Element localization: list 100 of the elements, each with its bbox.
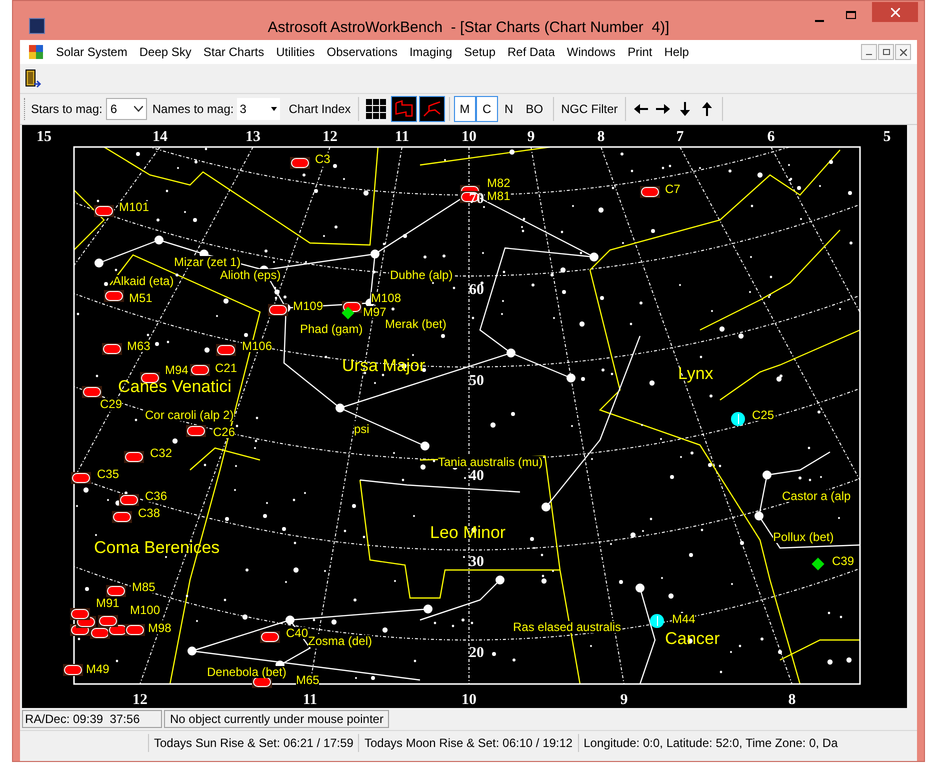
galaxy-marker-icon — [98, 615, 118, 627]
ra-hour-label: 9 — [620, 692, 628, 708]
star-name-label: Alioth (eps) — [220, 269, 281, 281]
galaxy-marker-icon — [186, 425, 206, 437]
star-name-label: Phad (gam) — [300, 323, 363, 335]
window-title: Astrosoft AstroWorkBench - [Star Charts (Chart Number 4)] — [268, 19, 670, 37]
ra-hour-label: 12 — [322, 129, 338, 145]
star-name-label: Cor caroli (alp 2) — [145, 409, 234, 421]
object-label: M81 — [487, 190, 510, 202]
galaxy-marker-icon — [94, 205, 114, 217]
star-name-label: Mizar (zet 1) — [174, 256, 241, 268]
catalog-toggle-button[interactable]: C — [476, 96, 498, 122]
object-label: C32 — [150, 447, 172, 459]
galaxy-marker-icon — [106, 585, 126, 597]
star-name-label: Castor a (alp — [782, 490, 851, 502]
location-text: Longitude: 0:0, Latitude: 52:0, Time Zone: 0, Da — [578, 734, 843, 752]
object-label: M100 — [130, 604, 160, 616]
ra-hour-label: 5 — [883, 129, 891, 145]
ra-hour-label: 12 — [132, 692, 148, 708]
catalog-toggle-button[interactable]: N — [498, 96, 520, 122]
star-name-label: Pollux (bet) — [773, 531, 834, 543]
menu-item[interactable]: Print — [628, 43, 652, 61]
menu-item[interactable]: Imaging — [409, 43, 452, 61]
mdi-close-button[interactable] — [895, 44, 911, 60]
object-label: M51 — [129, 292, 152, 304]
lines-toggle-button[interactable] — [418, 96, 445, 122]
object-label: C36 — [145, 490, 168, 502]
object-label: M91 — [96, 597, 120, 609]
menu-item[interactable]: Help — [664, 43, 689, 61]
ra-hour-label: 15 — [36, 129, 52, 145]
ra-hour-label: 11 — [302, 692, 318, 708]
stars-to-mag-select[interactable]: 6 — [106, 98, 148, 120]
menu-item[interactable]: Ref Data — [508, 43, 555, 61]
menu-item[interactable]: Observations — [326, 43, 398, 61]
galaxy-marker-icon — [190, 364, 210, 376]
declination-label: 20 — [469, 646, 484, 661]
object-label: M85 — [132, 581, 156, 593]
object-label: C29 — [100, 398, 122, 410]
ra-hour-label: 10 — [462, 692, 476, 708]
galaxy-marker-icon — [63, 664, 83, 676]
cluster-marker-icon — [650, 614, 664, 628]
star-name-label: Dubhe (alp) — [390, 269, 453, 281]
menu-item[interactable]: Utilities — [276, 43, 315, 61]
star-name-label: Tania australis (mu) — [438, 456, 543, 468]
ra-hour-label: 14 — [152, 129, 168, 145]
sun-rise-set-text: Todays Sun Rise & Set: 06:21 / 17:59 — [148, 734, 358, 752]
outline-icon — [394, 100, 414, 118]
galaxy-marker-icon — [125, 624, 145, 636]
app-menu-icon[interactable] — [28, 44, 44, 60]
star-name-label: psi — [354, 423, 370, 435]
object-label: M94 — [165, 364, 188, 376]
galaxy-marker-icon — [112, 511, 132, 523]
menu-item[interactable]: Setup — [464, 43, 496, 61]
stick-figure-icon — [422, 100, 442, 118]
galaxy-marker-icon — [268, 304, 288, 316]
chart-index-button[interactable]: Chart Index — [286, 98, 354, 120]
galaxy-marker-icon — [102, 343, 122, 355]
star-name-label: Zosma (del) — [308, 635, 372, 647]
declination-label: 50 — [469, 374, 484, 389]
mdi-minimize-button[interactable] — [861, 44, 877, 60]
names-to-mag-select[interactable]: 3 — [236, 98, 280, 120]
galaxy-marker-icon — [71, 472, 91, 484]
star-name-label: Merak (bet) — [385, 318, 446, 330]
ngc-filter-button[interactable]: NGC Filter — [558, 97, 621, 121]
catalog-toggle-button[interactable]: BO — [520, 96, 550, 122]
constellation-name: Lynx — [678, 365, 714, 383]
ra-hour-label: 8 — [788, 692, 796, 708]
galaxy-marker-icon — [124, 451, 144, 463]
arrow-right-icon[interactable] — [654, 101, 671, 117]
cluster-marker-icon — [731, 412, 745, 426]
declination-label: 40 — [469, 469, 484, 484]
close-icon — [890, 8, 900, 16]
object-label: M101 — [119, 201, 150, 213]
galaxy-marker-icon — [90, 627, 110, 639]
menu-item[interactable]: Deep Sky — [139, 43, 192, 61]
boundaries-toggle-button[interactable] — [390, 96, 417, 122]
object-label: M49 — [86, 663, 110, 675]
object-label: C26 — [213, 426, 236, 438]
galaxy-marker-icon — [216, 344, 236, 356]
galaxy-marker-icon — [104, 290, 124, 302]
ra-hour-label: 9 — [527, 129, 535, 145]
arrow-left-icon[interactable] — [632, 101, 649, 117]
catalog-toggle-button[interactable]: M — [454, 96, 476, 122]
ra-hour-label: 8 — [597, 129, 605, 145]
object-label: C7 — [665, 183, 680, 195]
ra-hour-label: 11 — [394, 129, 410, 145]
object-label: M63 — [127, 340, 150, 352]
close-button[interactable] — [872, 2, 918, 22]
grid-icon — [366, 99, 386, 119]
moon-rise-set-text: Todays Moon Rise & Set: 06:10 / 19:12 — [358, 734, 578, 752]
close-icon — [900, 48, 906, 56]
object-label: M98 — [148, 622, 172, 634]
menu-item[interactable]: Star Charts — [203, 43, 264, 61]
object-label: M106 — [242, 340, 272, 352]
object-label: C35 — [97, 468, 120, 480]
mdi-restore-button[interactable] — [878, 44, 894, 60]
galaxy-marker-icon — [119, 494, 139, 506]
menu-item[interactable]: Solar System — [56, 43, 128, 61]
menu-item[interactable]: Windows — [566, 43, 616, 61]
exit-door-icon[interactable] — [24, 68, 42, 88]
